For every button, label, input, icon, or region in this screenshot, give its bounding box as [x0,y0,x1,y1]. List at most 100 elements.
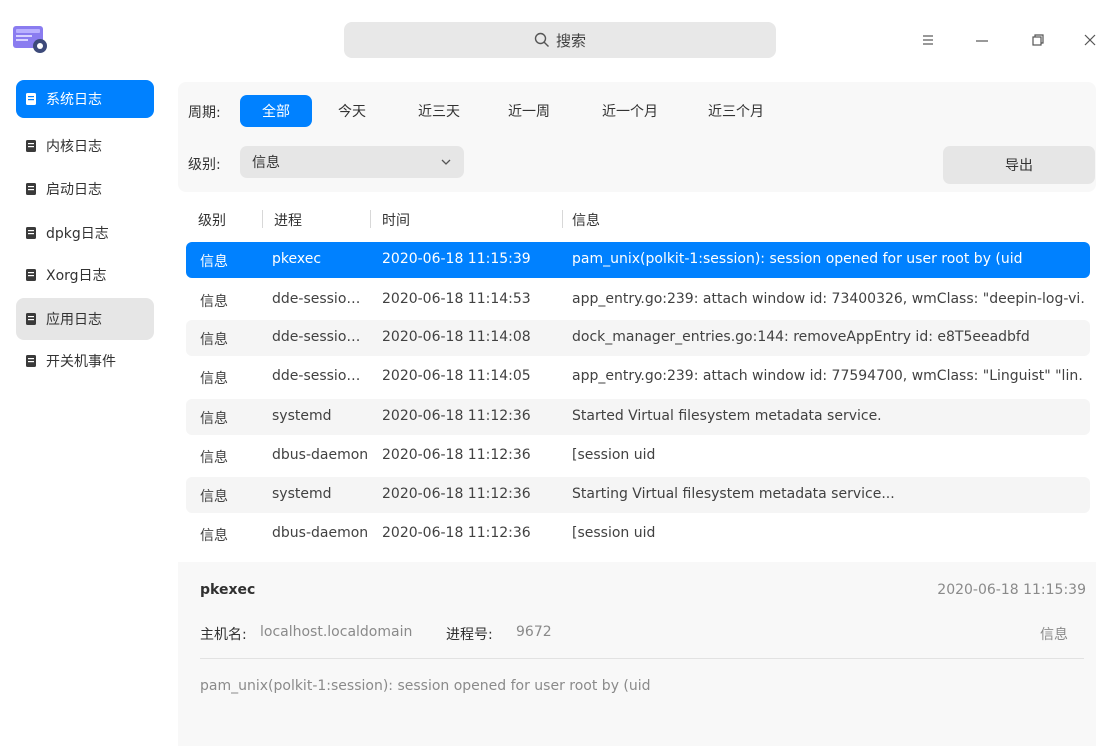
row-message: dock_manager_entries.go:144: removeAppEn… [572,329,1030,345]
period-button-month[interactable]: 近一个月 [588,95,672,127]
row-process: systemd [272,408,332,424]
sidebar-item-power-events[interactable]: 开关机事件 [16,342,154,380]
row-process: dde-sessio… [272,329,361,345]
row-time: 2020-06-18 11:12:36 [382,447,531,463]
row-time: 2020-06-18 11:14:05 [382,368,531,384]
row-process: dbus-daemon [272,525,369,541]
sidebar-item-xorg-log[interactable]: Xorg日志 [16,256,154,294]
period-button-today[interactable]: 今天 [324,95,380,127]
minimize-icon [976,40,988,42]
period-label: 周期: [188,105,221,121]
sidebar-item-app-log[interactable]: 应用日志 [16,298,154,340]
row-message: Started Virtual filesystem metadata serv… [572,408,882,424]
sidebar-item-label: dpkg日志 [46,226,109,242]
sidebar: 系统日志 内核日志 启动日志 dpkg日志 Xorg日志 应用日志 开关机事件 [0,72,166,746]
log-table: 级别 进程 时间 信息 信息 pkexec 2020-06-18 11:15:3… [178,202,1096,554]
detail-process: pkexec [200,582,256,598]
row-level: 信息 [200,294,228,310]
sidebar-item-dpkg-log[interactable]: dpkg日志 [16,214,154,252]
row-process: pkexec [272,251,322,267]
maximize-button[interactable] [1022,24,1054,56]
detail-pid: 9672 [516,624,552,640]
row-time: 2020-06-18 11:15:39 [382,251,531,267]
row-level: 信息 [200,254,228,270]
filter-panel: 周期: 全部 今天 近三天 近一周 近一个月 近三个月 级别: 信息 导出 [178,82,1096,192]
row-message: Starting Virtual filesystem metadata ser… [572,486,895,502]
row-process: dde-sessio… [272,291,361,307]
row-level: 信息 [200,489,228,505]
row-process: systemd [272,486,332,502]
column-header-message[interactable]: 信息 [572,210,600,230]
table-row[interactable]: 信息 pkexec 2020-06-18 11:15:39 pam_unix(p… [186,242,1090,278]
row-message: [session uid [572,525,656,541]
titlebar: 搜索 [0,0,1105,72]
sidebar-item-label: Xorg日志 [46,268,107,284]
hamburger-menu-icon [923,35,933,45]
level-dropdown[interactable]: 信息 [240,146,464,178]
detail-time: 2020-06-18 11:15:39 [937,582,1086,598]
row-message: app_entry.go:239: attach window id: 7759… [572,368,1084,384]
detail-message: pam_unix(polkit-1:session): session open… [200,678,651,694]
export-button[interactable]: 导出 [943,146,1095,184]
period-button-3days[interactable]: 近三天 [404,95,474,127]
close-icon [1084,34,1096,46]
level-dropdown-value: 信息 [252,155,280,171]
column-divider[interactable] [562,210,563,228]
row-process: dbus-daemon [272,447,369,463]
close-button[interactable] [1074,24,1105,56]
sidebar-item-label: 开关机事件 [46,354,116,370]
row-time: 2020-06-18 11:14:08 [382,329,531,345]
power-event-icon [24,354,38,368]
sidebar-item-system-log[interactable]: 系统日志 [16,80,154,118]
row-time: 2020-06-18 11:12:36 [382,408,531,424]
table-row[interactable]: 信息 systemd 2020-06-18 11:12:36 Starting … [186,477,1090,513]
search-input[interactable]: 搜索 [344,22,776,58]
row-process: dde-sessio… [272,368,361,384]
app-log-icon [24,312,38,326]
log-detail-panel: pkexec 2020-06-18 11:15:39 主机名: localhos… [178,562,1096,746]
table-row[interactable]: 信息 dbus-daemon 2020-06-18 11:12:36 [sess… [186,516,1090,552]
period-button-all[interactable]: 全部 [240,95,312,127]
table-row[interactable]: 信息 dde-sessio… 2020-06-18 11:14:05 app_e… [186,359,1090,395]
column-header-time[interactable]: 时间 [382,210,410,230]
minimize-button[interactable] [966,24,998,56]
row-time: 2020-06-18 11:14:53 [382,291,531,307]
kernel-log-icon [24,139,38,153]
level-label: 级别: [188,157,221,173]
xorg-log-icon [24,268,38,282]
row-level: 信息 [200,371,228,387]
restore-window-icon [1032,34,1044,46]
log-viewer-window: 搜索 系统日志 内核日志 启动日志 dpkg日志 Xorg日志 应用日志 开关机… [0,0,1105,746]
column-header-process[interactable]: 进程 [274,210,302,230]
table-row[interactable]: 信息 systemd 2020-06-18 11:12:36 Started V… [186,399,1090,435]
table-row[interactable]: 信息 dde-sessio… 2020-06-18 11:14:08 dock_… [186,320,1090,356]
chevron-down-icon [441,159,451,165]
row-message: pam_unix(polkit-1:session): session open… [572,251,1023,267]
column-divider[interactable] [262,210,263,228]
table-header: 级别 进程 时间 信息 [178,202,1096,236]
row-time: 2020-06-18 11:12:36 [382,486,531,502]
sidebar-item-boot-log[interactable]: 启动日志 [16,170,154,208]
column-divider[interactable] [370,210,371,228]
table-row[interactable]: 信息 dde-sessio… 2020-06-18 11:14:53 app_e… [186,282,1090,318]
detail-host: localhost.localdomain [260,624,413,640]
log-viewer-app-icon [12,24,48,54]
sidebar-item-label: 内核日志 [46,139,102,155]
period-button-week[interactable]: 近一周 [496,95,562,127]
sidebar-item-label: 应用日志 [46,312,102,328]
detail-level: 信息 [1040,627,1068,643]
row-level: 信息 [200,332,228,348]
dpkg-log-icon [24,226,38,240]
row-level: 信息 [200,528,228,544]
sidebar-item-kernel-log[interactable]: 内核日志 [16,127,154,165]
boot-log-icon [24,182,38,196]
menu-button[interactable] [912,24,944,56]
column-header-level[interactable]: 级别 [198,210,226,230]
detail-host-label: 主机名: [200,627,247,643]
period-button-3months[interactable]: 近三个月 [694,95,778,127]
system-log-icon [24,92,38,106]
row-level: 信息 [200,411,228,427]
table-row[interactable]: 信息 dbus-daemon 2020-06-18 11:12:36 [sess… [186,438,1090,474]
sidebar-item-label: 启动日志 [46,182,102,198]
search-icon [534,32,549,47]
